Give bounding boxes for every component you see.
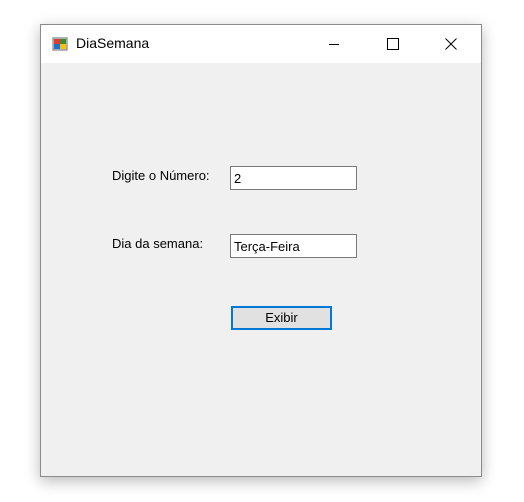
close-button[interactable] [428,25,474,63]
maximize-icon [387,38,399,50]
weekday-label: Dia da semana: [112,236,204,251]
title-bar[interactable]: DiaSemana [41,25,481,63]
show-button[interactable]: Exibir [231,306,332,330]
weekday-output[interactable] [230,234,357,258]
number-label: Digite o Número: [112,168,210,183]
app-icon [52,37,68,51]
minimize-button[interactable] [311,25,357,63]
number-input[interactable] [230,166,357,190]
close-icon [445,38,457,50]
window-title: DiaSemana [76,35,150,51]
maximize-button[interactable] [370,25,416,63]
app-window: DiaSemana Digite o Número: Dia da semana… [40,24,482,477]
minimize-icon [329,44,339,45]
